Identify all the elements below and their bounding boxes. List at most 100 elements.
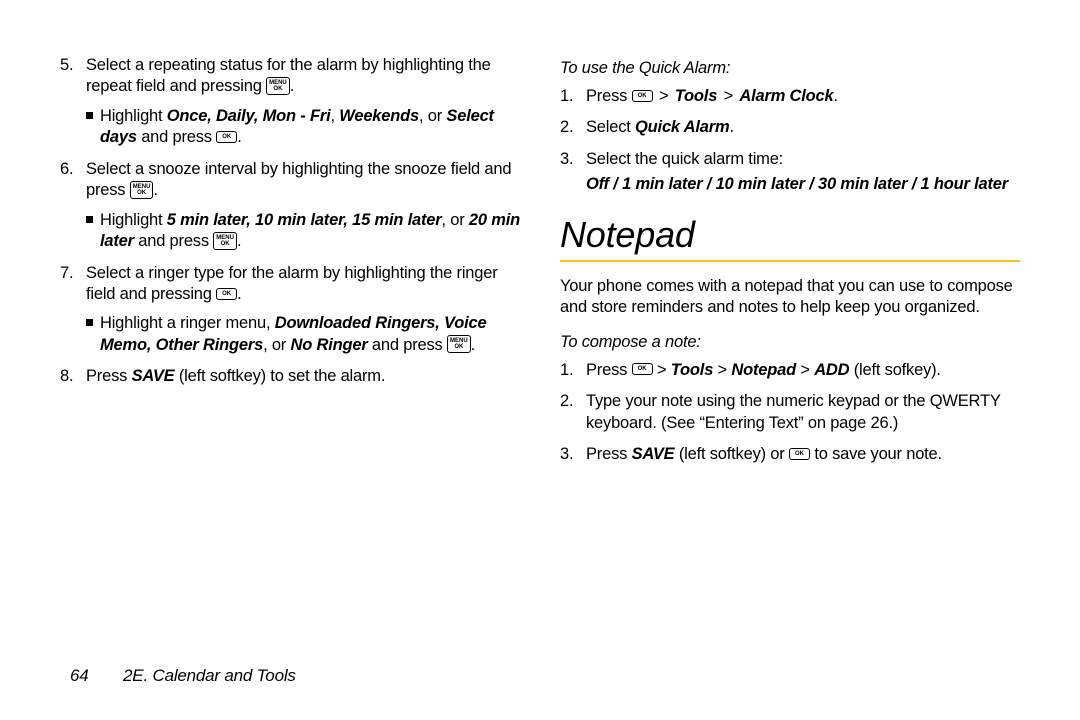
text-run: and press <box>137 128 216 146</box>
alarm-step-item: 7.Select a ringer type for the alarm by … <box>78 263 520 357</box>
text-run: , or <box>263 336 290 354</box>
footer-section-title: 2E. Calendar and Tools <box>123 666 296 685</box>
step-text: Select a repeating status for the alarm … <box>86 56 491 95</box>
quick-alarm-step-item: 1.Press OK > Tools > Alarm Clock. <box>578 86 1020 107</box>
step-number: 6. <box>60 159 73 180</box>
text-run: (left softkey) to set the alarm. <box>174 367 385 385</box>
text-run: and press <box>368 336 447 354</box>
step-number: 3. <box>560 149 573 170</box>
text-run: Press <box>586 361 632 379</box>
left-column: 5. Select a repeating status for the alar… <box>60 55 520 475</box>
notepad-intro: Your phone comes with a notepad that you… <box>560 276 1020 319</box>
text-run: Select a ringer type for the alarm by hi… <box>86 264 498 303</box>
compose-note-heading: To compose a note: <box>560 333 1020 352</box>
text-run: SAVE <box>632 445 675 463</box>
text-run: . <box>237 128 241 146</box>
alarm-steps-list: 5. Select a repeating status for the alar… <box>60 55 520 388</box>
text-run: . <box>833 87 837 105</box>
text-run: , or <box>419 107 446 125</box>
text-run: Quick Alarm <box>635 118 729 136</box>
text-run: , or <box>441 211 468 229</box>
text-run: Notepad <box>731 361 796 379</box>
right-column: To use the Quick Alarm: 1. Press OK > Too… <box>560 55 1020 475</box>
step-text: Press OK > Tools > Alarm Clock. <box>586 87 838 105</box>
text-run: . <box>471 336 475 354</box>
text-run: > <box>653 361 671 379</box>
text-run: > <box>713 361 731 379</box>
alarm-step-item: 5.Select a repeating status for the alar… <box>78 55 520 149</box>
text-run: ADD <box>814 361 849 379</box>
notepad-section-title: Notepad <box>560 214 1020 256</box>
section-divider <box>560 260 1020 262</box>
page-footer: 64 2E. Calendar and Tools <box>70 666 296 686</box>
quick-alarm-steps-list: 1.Press OK > Tools > Alarm Clock.2.Selec… <box>560 86 1020 196</box>
text-run: , <box>330 107 339 125</box>
menu-ok-key-icon: MENUOK <box>130 181 154 199</box>
text-run: Press <box>86 367 132 385</box>
ok-key-icon: OK <box>789 448 810 460</box>
step-text: Press SAVE (left softkey) to set the ala… <box>86 367 385 385</box>
step-extra-text: Off / 1 min later / 10 min later / 30 mi… <box>586 174 1020 195</box>
text-run: Highlight <box>100 107 167 125</box>
ok-key-icon: OK <box>632 90 653 102</box>
step-number: 5. <box>60 55 73 76</box>
text-run: Alarm Clock <box>739 87 833 105</box>
text-run: 5 min later, 10 min later, 15 min later <box>167 211 442 229</box>
step-number: 8. <box>60 366 73 387</box>
text-run: Tools <box>671 361 713 379</box>
text-run: Weekends <box>339 107 419 125</box>
step-text: Press OK > Tools > Notepad > ADD (left s… <box>586 361 941 379</box>
menu-ok-key-icon: MENUOK <box>447 335 471 353</box>
compose-step-item: 3.Press SAVE (left softkey) or OK to sav… <box>578 444 1020 465</box>
quick-alarm-step-item: 3.Select the quick alarm time:Off / 1 mi… <box>578 149 1020 196</box>
manual-page: 5. Select a repeating status for the alar… <box>0 0 1080 720</box>
breadcrumb-separator: > <box>657 86 670 107</box>
sub-step-list: Highlight a ringer menu, Downloaded Ring… <box>86 313 520 356</box>
step-number: 2. <box>560 391 573 412</box>
text-run: Press <box>586 445 632 463</box>
compose-note-steps-list: 1. Press OK > Tools > Notepad > ADD (left… <box>560 360 1020 466</box>
step-text: Select the quick alarm time: <box>586 150 783 168</box>
two-column-layout: 5. Select a repeating status for the alar… <box>60 55 1020 475</box>
text-run: Once, Daily, Mon - Fri <box>167 107 331 125</box>
text-run: to save your note. <box>810 445 942 463</box>
text-run: . <box>729 118 733 136</box>
text-run: . <box>290 77 294 95</box>
step-text: Select a ringer type for the alarm by hi… <box>86 264 498 303</box>
menu-ok-key-icon: MENUOK <box>213 232 237 250</box>
quick-alarm-step-item: 2.Select Quick Alarm. <box>578 117 1020 138</box>
text-run: Press <box>586 87 632 105</box>
step-number: 3. <box>560 444 573 465</box>
ok-key-icon: OK <box>216 131 237 143</box>
step-text: Select Quick Alarm. <box>586 118 734 136</box>
page-number: 64 <box>70 666 89 685</box>
alarm-step-item: 8.Press SAVE (left softkey) to set the a… <box>78 366 520 387</box>
text-run: > <box>796 361 814 379</box>
text-run: and press <box>134 232 213 250</box>
step-number: 1. <box>560 360 573 381</box>
text-run: Tools <box>675 87 717 105</box>
text-run: Select the quick alarm time: <box>586 150 783 168</box>
sub-step-list: Highlight 5 min later, 10 min later, 15 … <box>86 210 520 253</box>
ok-key-icon: OK <box>216 288 237 300</box>
breadcrumb-separator: > <box>722 86 735 107</box>
sub-step-item: Highlight Once, Daily, Mon - Fri, Weeken… <box>86 106 520 149</box>
text-run: . <box>237 285 241 303</box>
text-run: . <box>237 232 241 250</box>
compose-step-item: 2.Type your note using the numeric keypa… <box>578 391 1020 434</box>
text-run: (left softkey) or <box>674 445 788 463</box>
step-number: 2. <box>560 117 573 138</box>
text-run: Type your note using the numeric keypad … <box>586 392 1000 431</box>
text-run: . <box>153 181 157 199</box>
step-text: Select a snooze interval by highlighting… <box>86 160 511 199</box>
text-run: Select <box>586 118 635 136</box>
compose-step-item: 1.Press OK > Tools > Notepad > ADD (left… <box>578 360 1020 381</box>
text-run: SAVE <box>132 367 175 385</box>
step-text: Type your note using the numeric keypad … <box>586 392 1000 431</box>
menu-ok-key-icon: MENUOK <box>266 77 290 95</box>
step-text: Press SAVE (left softkey) or OK to save … <box>586 445 942 463</box>
sub-step-list: Highlight Once, Daily, Mon - Fri, Weeken… <box>86 106 520 149</box>
quick-alarm-heading: To use the Quick Alarm: <box>560 59 1020 78</box>
text-run: Highlight <box>100 211 167 229</box>
text-run: Off / 1 min later / 10 min later / 30 mi… <box>586 175 1008 193</box>
